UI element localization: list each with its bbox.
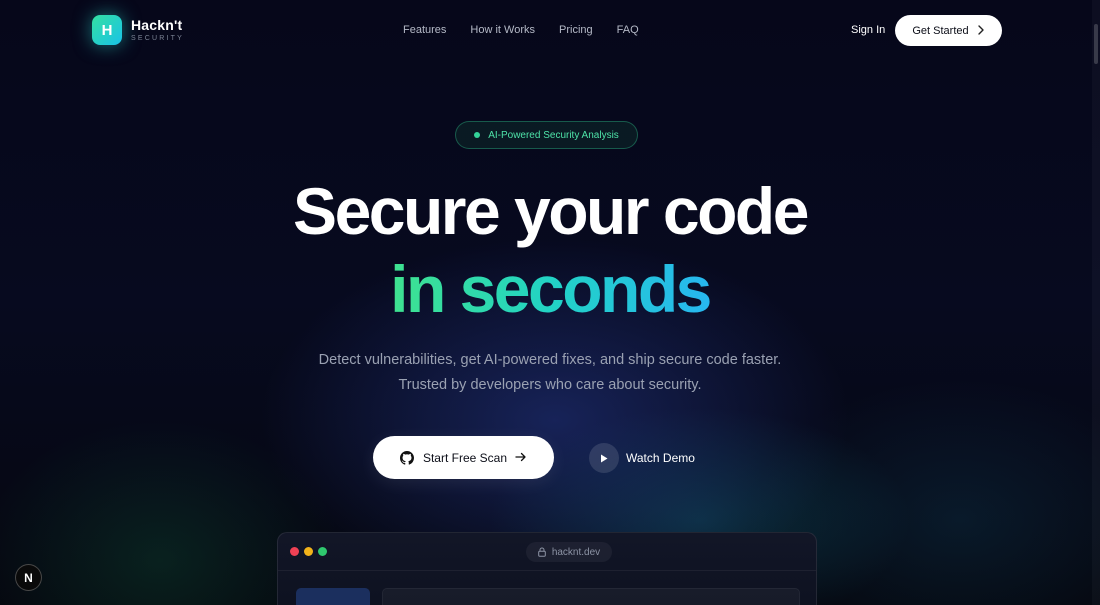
dev-tools-indicator[interactable]: N: [15, 564, 42, 591]
preview-sidebar: [296, 588, 370, 605]
nav-link-pricing[interactable]: Pricing: [559, 24, 593, 36]
chevron-right-icon: [977, 24, 985, 38]
brand-name: Hackn't: [131, 17, 183, 33]
hero-subtitle: Detect vulnerabilities, get AI-powered f…: [0, 348, 1100, 398]
window-close-dot: [290, 547, 299, 556]
status-dot-icon: [474, 132, 481, 138]
browser-title-bar: hacknt.dev: [278, 533, 816, 571]
window-maximize-dot: [318, 547, 327, 556]
nav-link-how-it-works[interactable]: How it Works: [470, 24, 535, 36]
hero-headline: Secure your code: [293, 174, 809, 248]
start-free-scan-button[interactable]: Start Free Scan: [373, 436, 554, 479]
page-scrollbar[interactable]: [1092, 0, 1100, 605]
get-started-label: Get Started: [912, 24, 969, 37]
scrollbar-thumb[interactable]: [1094, 24, 1098, 64]
lock-icon: [538, 547, 546, 557]
watch-demo-label: Watch Demo: [626, 451, 695, 465]
top-nav: H Hackn't SECURITY Features How it Works…: [0, 0, 1100, 62]
get-started-button[interactable]: Get Started: [895, 15, 1002, 46]
nav-link-faq[interactable]: FAQ: [617, 24, 639, 36]
watch-demo-button[interactable]: Watch Demo: [589, 443, 695, 473]
brand-logo[interactable]: H Hackn't SECURITY: [92, 15, 184, 45]
url-text: hacknt.dev: [551, 546, 601, 558]
landing-page: H Hackn't SECURITY Features How it Works…: [0, 0, 1100, 605]
github-icon: [399, 450, 414, 465]
play-icon: [589, 443, 619, 473]
app-preview-window: hacknt.dev: [277, 532, 817, 605]
start-free-scan-label: Start Free Scan: [422, 450, 508, 465]
preview-main-panel: [382, 588, 800, 605]
logo-text: Hackn't SECURITY: [131, 18, 184, 42]
hero-subtitle-line2: Trusted by developers who care about sec…: [398, 377, 702, 393]
hero-badge: AI-Powered Security Analysis: [455, 121, 638, 149]
logo-mark: H: [92, 15, 122, 45]
hero-badge-label: AI-Powered Security Analysis: [488, 129, 619, 141]
hero-headline-accent: in seconds: [0, 250, 1100, 328]
brand-subtitle: SECURITY: [131, 35, 184, 42]
arrow-right-icon: [515, 450, 527, 465]
hero-headline-accent-text: in seconds: [390, 252, 712, 326]
nav-link-features[interactable]: Features: [403, 24, 446, 36]
hero-subtitle-line1: Detect vulnerabilities, get AI-powered f…: [318, 352, 782, 368]
nav-links: Features How it Works Pricing FAQ: [403, 24, 663, 36]
url-bar: hacknt.dev: [526, 542, 612, 562]
window-minimize-dot: [304, 547, 313, 556]
sign-in-link[interactable]: Sign In: [851, 24, 885, 36]
